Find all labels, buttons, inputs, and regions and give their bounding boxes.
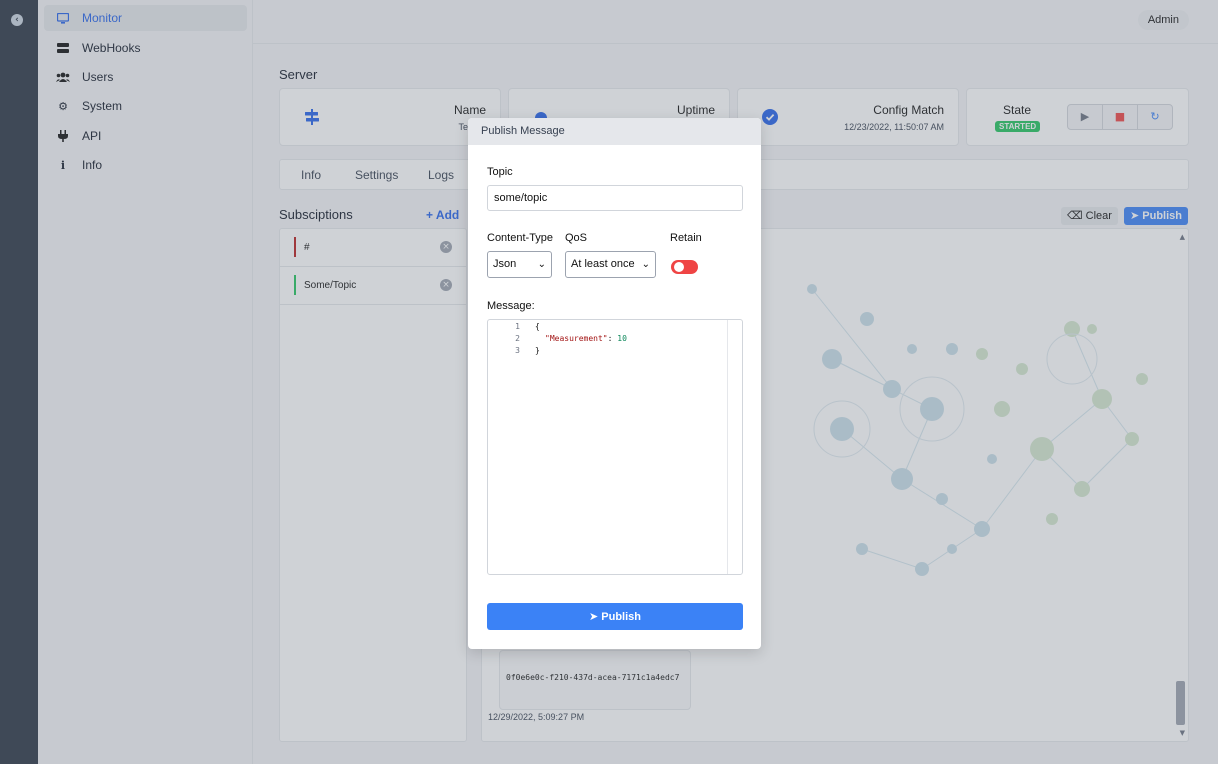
toggle-knob [674, 262, 684, 272]
publish-button[interactable]: ➤ Publish [487, 603, 743, 630]
content-type-label: Content-Type [487, 232, 554, 244]
content-type-value: Json [493, 258, 517, 270]
line-number: 2 [515, 334, 520, 343]
message-label: Message: [487, 300, 535, 312]
qos-label: QoS [565, 232, 588, 244]
qos-value: At least once [571, 258, 635, 270]
json-number: 10 [617, 334, 627, 343]
line-number: 1 [515, 322, 520, 331]
retain-label: Retain [670, 232, 702, 244]
publish-message-dialog: Publish Message Topic some/topic Content… [468, 118, 761, 649]
line-number: 3 [515, 346, 520, 355]
code-line: 1 { [488, 321, 728, 333]
code-text: } [535, 346, 540, 355]
topic-input[interactable]: some/topic [487, 185, 743, 211]
chevron-down-icon: ⌄ [537, 259, 546, 270]
code-line: 2 "Measurement": 10 [488, 333, 728, 345]
retain-toggle[interactable] [671, 260, 698, 274]
topic-label: Topic [487, 166, 513, 178]
message-editor[interactable]: 1 { 2 "Measurement": 10 3 } [487, 319, 743, 575]
code-text: "Measurement": 10 [545, 333, 627, 345]
dialog-title: Publish Message [468, 118, 761, 145]
content-type-select[interactable]: Json ⌄ [487, 251, 552, 278]
send-icon: ➤ [588, 610, 599, 623]
publish-button-label: Publish [601, 611, 641, 623]
chevron-down-icon: ⌄ [641, 259, 650, 270]
code-text: { [535, 322, 540, 331]
json-sep: : [607, 334, 618, 343]
json-key: "Measurement" [545, 334, 608, 343]
code-line: 3 } [488, 345, 728, 357]
qos-select[interactable]: At least once ⌄ [565, 251, 656, 278]
editor-scrollbar[interactable] [727, 320, 742, 574]
